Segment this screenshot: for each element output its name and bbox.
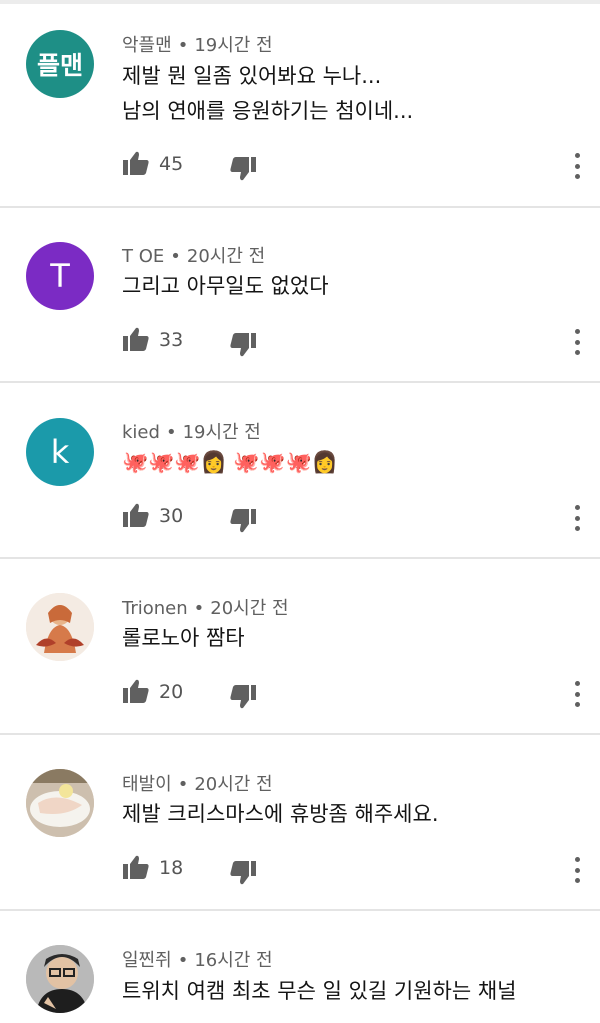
timestamp: 20시간 전 — [210, 598, 289, 619]
comment-divider — [0, 733, 600, 735]
meta-separator: • — [165, 422, 177, 443]
anime-character-avatar-icon — [26, 593, 94, 661]
more-vert-icon[interactable] — [566, 681, 588, 707]
thumbs-up-icon[interactable] — [122, 150, 150, 176]
avatar-initials: 플맨 — [36, 51, 83, 80]
comment-meta: T OE • 20시간 전 — [122, 242, 265, 268]
timestamp: 19시간 전 — [194, 35, 273, 56]
timestamp: 16시간 전 — [194, 950, 273, 971]
avatar[interactable] — [26, 945, 94, 1013]
timestamp: 20시간 전 — [186, 246, 266, 267]
author-name[interactable]: T OE — [122, 246, 164, 267]
comment-line: 롤로노아 짬타 — [122, 626, 245, 650]
like-count: 45 — [159, 153, 184, 175]
timestamp: 19시간 전 — [182, 422, 261, 443]
avatar[interactable] — [26, 769, 94, 837]
comment-divider — [0, 206, 600, 208]
more-vert-icon[interactable] — [566, 505, 588, 531]
avatar-initials: T — [50, 257, 70, 295]
comment-divider — [0, 381, 600, 383]
comment-text: 🐙🐙🐙👩 🐙🐙🐙👩 — [122, 445, 338, 480]
thumbs-down-icon[interactable] — [229, 332, 257, 358]
comment-text: 롤로노아 짬타 — [122, 621, 245, 656]
avatar[interactable]: T — [26, 242, 94, 310]
avatar[interactable]: k — [26, 418, 94, 486]
thumbs-up-icon[interactable] — [122, 678, 150, 704]
meta-separator: • — [177, 35, 189, 56]
meta-separator: • — [177, 774, 189, 795]
person-photo-avatar-icon — [26, 945, 94, 1013]
comment-text: 제발 크리스마스에 휴방좀 해주세요. — [122, 797, 439, 832]
author-name[interactable]: 일찐쥐 — [122, 950, 172, 971]
food-photo-avatar-icon — [26, 769, 94, 837]
comment-line: 그리고 아무일도 없었다 — [122, 274, 329, 298]
avatar-initials: k — [50, 433, 70, 471]
like-count: 30 — [159, 505, 184, 527]
author-name[interactable]: 태발이 — [122, 774, 172, 795]
comment-text: 트위치 여캠 최초 무슨 일 있길 기원하는 채널 — [122, 974, 517, 1009]
meta-separator: • — [193, 598, 205, 619]
comment-line: 🐙🐙🐙👩 🐙🐙🐙👩 — [122, 450, 338, 474]
avatar[interactable]: 플맨 — [26, 30, 94, 98]
thumbs-up-icon[interactable] — [122, 854, 150, 880]
comment-text: 제발 뭔 일좀 있어봐요 누나... 남의 연애를 응원하기는 첨이네... — [122, 59, 413, 129]
like-count: 20 — [159, 681, 184, 703]
author-name[interactable]: kied — [122, 422, 160, 443]
meta-separator: • — [177, 950, 189, 971]
comment-meta: kied • 19시간 전 — [122, 418, 261, 444]
comment-text: 그리고 아무일도 없었다 — [122, 269, 329, 304]
top-divider — [0, 0, 600, 4]
timestamp: 20시간 전 — [194, 774, 273, 795]
comment-line: 트위치 여캠 최초 무슨 일 있길 기원하는 채널 — [122, 979, 517, 1003]
comment-meta: 일찐쥐 • 16시간 전 — [122, 946, 273, 972]
author-name[interactable]: 악플맨 — [122, 35, 172, 56]
more-vert-icon[interactable] — [566, 329, 588, 355]
comment-meta: Trionen • 20시간 전 — [122, 594, 289, 620]
thumbs-down-icon[interactable] — [229, 508, 257, 534]
comment-divider — [0, 909, 600, 911]
avatar[interactable] — [26, 593, 94, 661]
author-name[interactable]: Trionen — [122, 598, 188, 619]
comment-line: 남의 연애를 응원하기는 첨이네... — [122, 99, 414, 123]
thumbs-down-icon[interactable] — [229, 684, 257, 710]
more-vert-icon[interactable] — [566, 857, 588, 883]
thumbs-down-icon[interactable] — [229, 156, 257, 182]
meta-separator: • — [170, 246, 181, 267]
comment-meta: 태발이 • 20시간 전 — [122, 770, 273, 796]
comment-divider — [0, 557, 600, 559]
comment-line: 제발 크리스마스에 휴방좀 해주세요. — [122, 802, 439, 826]
like-count: 33 — [159, 329, 184, 351]
comment-line: 제발 뭔 일좀 있어봐요 누나... — [122, 64, 382, 88]
like-count: 18 — [159, 857, 184, 879]
thumbs-up-icon[interactable] — [122, 502, 150, 528]
comment-meta: 악플맨 • 19시간 전 — [122, 31, 273, 57]
thumbs-down-icon[interactable] — [229, 860, 257, 886]
thumbs-up-icon[interactable] — [122, 326, 150, 352]
more-vert-icon[interactable] — [566, 153, 588, 179]
